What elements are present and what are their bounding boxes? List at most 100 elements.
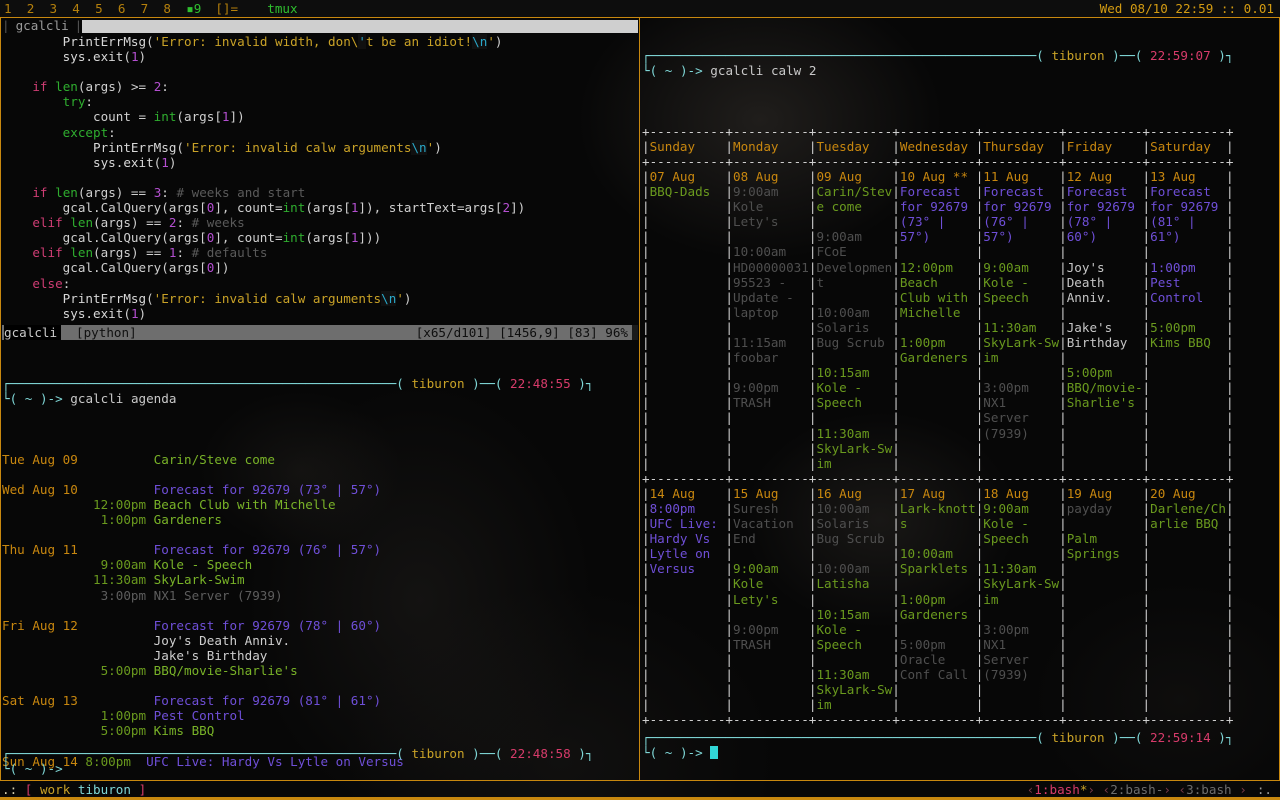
agenda-shell-pane[interactable]: ┌───────────────────────────────────────… <box>2 346 638 776</box>
cal-cell-text: 5:00pm <box>1150 320 1226 335</box>
cal-cell-text: 11:30am <box>983 320 1059 335</box>
vim-tabline[interactable]: | gcalcli | <box>2 18 638 33</box>
cal-cell-divider: | <box>642 426 650 441</box>
cal-cell-divider: | <box>725 199 733 214</box>
cal-cell-divider: | <box>1143 592 1151 607</box>
code-token: len <box>70 215 93 230</box>
tmux-window-list[interactable]: 1 2 3 4 5 6 7 8 ▪9 <box>0 1 201 16</box>
cal-cell-divider: | <box>1226 531 1234 546</box>
cal-cell-text: Beach <box>900 275 976 290</box>
cal-cell-divider: | <box>1059 546 1067 561</box>
cal-cell-divider: | <box>1059 229 1067 244</box>
cal-cell-divider: | <box>892 561 900 576</box>
cal-event-row: | |TRASH |Speech | |NX1 |Sharlie's | | <box>642 395 1278 410</box>
cal-cell-text: Speech <box>983 531 1059 546</box>
code-token: ( <box>146 34 154 49</box>
cal-cell-text <box>900 426 976 441</box>
agenda-indent <box>2 633 85 648</box>
cal-cell-text: for 92679 <box>983 199 1059 214</box>
code-token <box>2 306 63 321</box>
code-token: len <box>55 185 78 200</box>
code-token: t be an idiot! <box>366 34 472 49</box>
tmux-window-5[interactable]: 5 <box>95 1 103 16</box>
cal-cell-text: TRASH <box>733 395 809 410</box>
prompt-corner: └ <box>2 761 10 776</box>
cal-event-row: | | |10:15am |Gardeners | | | | <box>642 607 1278 622</box>
cal-cell-divider: | <box>725 244 733 259</box>
cal-cell-text: 11:30am <box>816 667 892 682</box>
cal-event-row: |Lytle on | | |10:00am | |Springs | | <box>642 546 1278 561</box>
cal-cell-divider: | <box>1226 260 1234 275</box>
cal-cell-text: 9:00am <box>983 260 1059 275</box>
cal-cell-divider: | <box>1059 139 1067 154</box>
cal-cell-text <box>650 667 726 682</box>
cal-cell-text <box>983 441 1059 456</box>
tmux-window-buttons[interactable]: ‹1:bash*› ‹2:bash-› ‹3:bash › <box>1027 782 1247 797</box>
window-number: 3 <box>1186 782 1194 797</box>
cal-cell-text <box>900 682 976 697</box>
cal-cell-divider: | <box>725 561 733 576</box>
cal-cell-text: 12 Aug <box>1067 169 1143 184</box>
vim-code-area[interactable]: PrintErrMsg('Error: invalid width, don\'… <box>2 34 525 321</box>
tmux-window-7[interactable]: 7 <box>141 1 149 16</box>
code-token <box>2 94 63 109</box>
code-token: try <box>63 94 86 109</box>
cal-cell-text: 11:30am <box>983 561 1059 576</box>
terminal-cursor[interactable] <box>710 746 718 759</box>
cal-cell-divider: | <box>642 607 650 622</box>
cal-cell-text: 08 Aug <box>733 169 809 184</box>
tmux-window-2[interactable]: 2 <box>27 1 35 16</box>
tmux-window-item-2[interactable]: ‹2:bash-› <box>1103 782 1171 797</box>
cal-cell-text: 13 Aug <box>1150 169 1226 184</box>
cal-cell-divider: | <box>642 637 650 652</box>
cal-cell-text <box>733 441 809 456</box>
vim-tab-gcalcli[interactable]: gcalcli <box>10 18 75 33</box>
cal-cell-text: (78° | <box>1067 214 1143 229</box>
cal-cell-text: Versus <box>650 561 726 576</box>
tmux-window-9[interactable]: 9 <box>194 1 202 16</box>
cal-cell-divider: | <box>1226 244 1234 259</box>
tmux-window-1[interactable]: 1 <box>4 1 12 16</box>
cal-cell-divider: | <box>1226 546 1234 561</box>
tmux-window-item-1[interactable]: ‹1:bash*› <box>1027 782 1095 797</box>
agenda-time-pad <box>85 542 153 557</box>
cal-cell-text: Birthday <box>1067 335 1143 350</box>
cal-cell-text <box>900 395 976 410</box>
calendar-shell-pane[interactable]: ┌───────────────────────────────────────… <box>642 18 1278 776</box>
cal-cell-text: Speech <box>983 290 1059 305</box>
cal-cell-text: 14 Aug <box>650 486 726 501</box>
cal-cell-divider: | <box>1059 275 1067 290</box>
agenda-event-text: Gardeners <box>154 512 222 527</box>
vim-editor-pane[interactable]: | gcalcli | PrintErrMsg('Error: invalid … <box>2 18 638 343</box>
agenda-prompt-bottom[interactable]: ┌───────────────────────────────────────… <box>2 746 638 776</box>
cal-cell-divider: | <box>892 320 900 335</box>
cal-cell-divider: | <box>1143 697 1151 712</box>
status-close-bracket: ] <box>139 782 147 797</box>
agenda-date: Sat Aug 13 <box>2 693 85 708</box>
tmux-session-name[interactable]: tmux <box>267 1 297 16</box>
code-token: gcal.CalQuery(args[ <box>2 200 207 215</box>
cal-cell-text: 60°) <box>1067 229 1143 244</box>
cal-cell-divider: | <box>892 456 900 471</box>
cal-cell-divider: | <box>892 441 900 456</box>
code-token: ' <box>358 34 366 49</box>
tmux-window-8[interactable]: 8 <box>163 1 171 16</box>
tmux-status-tail: :. <box>1257 782 1278 797</box>
tmux-window-item-3[interactable]: ‹3:bash › <box>1179 782 1247 797</box>
cal-event-row: | |95523 - |t |Beach |Kole - |Death |Pes… <box>642 275 1278 290</box>
code-token: len <box>55 79 78 94</box>
tmux-window-4[interactable]: 4 <box>72 1 80 16</box>
cal-cell-text <box>733 410 809 425</box>
cal-cell-text <box>650 456 726 471</box>
cal-cell-text: Kole <box>733 199 809 214</box>
tmux-window-3[interactable]: 3 <box>50 1 58 16</box>
cal-dow-row: |Sunday |Monday |Tuesday |Wednesday |Thu… <box>642 139 1278 154</box>
agenda-row: Jake's Birthday <box>2 648 638 663</box>
cal-cell-text: 15 Aug <box>733 486 809 501</box>
cal-cell-divider: | <box>892 667 900 682</box>
calendar-prompt-bottom[interactable]: ┌───────────────────────────────────────… <box>642 730 1278 760</box>
tmux-window-6[interactable]: 6 <box>118 1 126 16</box>
cal-cell-divider: | <box>892 335 900 350</box>
cal-event-row: |UFC Live: |Vacation |Solaris |s |Kole -… <box>642 516 1278 531</box>
vim-scrollbar[interactable] <box>632 325 638 340</box>
